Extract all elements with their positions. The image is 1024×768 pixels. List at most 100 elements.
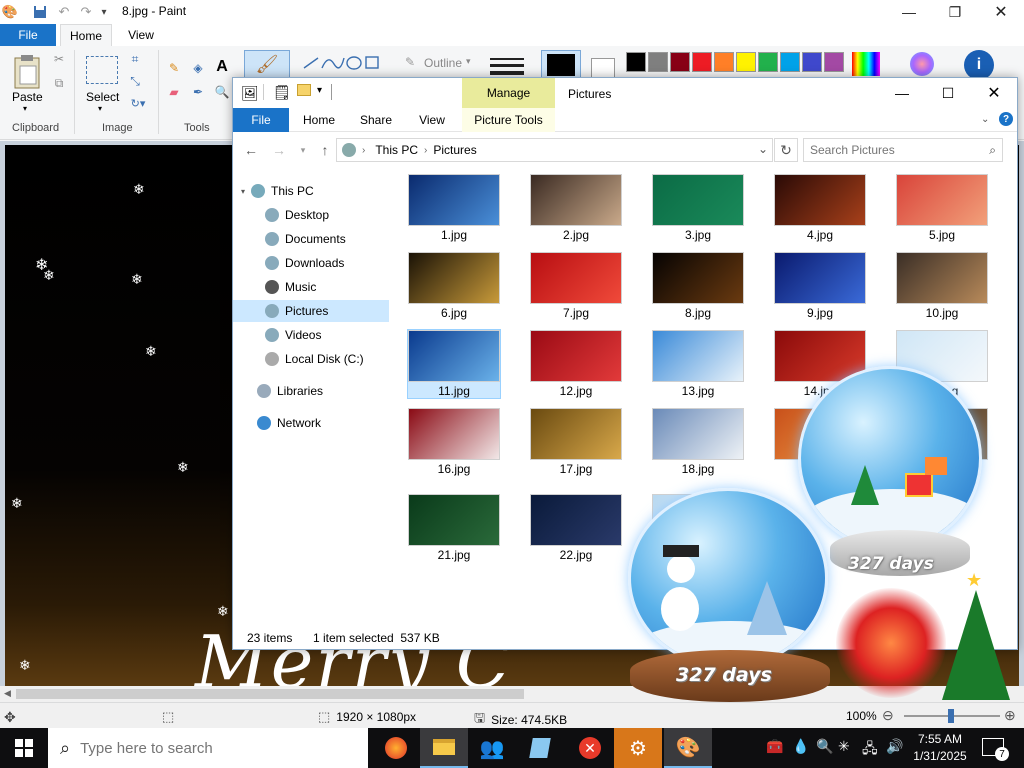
zoom-slider[interactable] — [904, 709, 1000, 723]
customize-quick-access-icon[interactable]: ▾ — [96, 4, 112, 20]
file-thumbnail[interactable]: 2.jpg — [530, 174, 622, 242]
cut-icon[interactable]: ✂ — [52, 52, 66, 66]
manage-contextual-tab[interactable]: Manage — [462, 78, 555, 108]
text-icon[interactable]: A — [214, 58, 230, 76]
color1-button[interactable] — [541, 50, 581, 80]
file-thumbnail[interactable]: 10.jpg — [896, 252, 988, 320]
file-thumbnail[interactable]: 22.jpg — [530, 494, 622, 562]
tray-app-icon[interactable]: 🧰 — [766, 738, 783, 755]
file-thumbnail[interactable]: 13.jpg — [652, 330, 744, 398]
color-picker-icon[interactable]: ✒ — [190, 84, 206, 100]
eraser-icon[interactable]: ▰ — [166, 84, 182, 100]
palette-color-swatch[interactable] — [758, 52, 778, 72]
breadcrumb-pictures[interactable]: Pictures — [433, 143, 476, 157]
crop-icon[interactable]: ⌗ — [128, 52, 142, 66]
select-icon[interactable] — [86, 56, 118, 84]
nav-item-desktop[interactable]: Desktop — [265, 204, 391, 226]
copy-icon[interactable]: ⧉ — [52, 76, 66, 90]
address-dropdown-icon[interactable]: ⌄ — [758, 142, 768, 156]
brushes-button[interactable]: 🖌 — [244, 50, 290, 78]
rotate-icon[interactable]: ↻▾ — [128, 96, 148, 110]
magnifier-icon[interactable]: 🔍 — [214, 84, 230, 100]
explorer-close-button[interactable]: ✕ — [971, 78, 1017, 108]
nav-item-libraries[interactable]: Libraries — [257, 380, 391, 402]
explorer-minimize-button[interactable]: — — [879, 78, 925, 108]
explorer-tab-view[interactable]: View — [409, 108, 455, 132]
file-thumbnail[interactable]: 4.jpg — [774, 174, 866, 242]
palette-color-swatch[interactable] — [714, 52, 734, 72]
search-box[interactable]: ⌕ — [803, 138, 1003, 162]
address-bar[interactable]: › This PC › Pictures ⌄ — [336, 138, 773, 162]
explorer-tab-file[interactable]: File — [233, 108, 289, 132]
file-thumbnail[interactable]: 18.jpg — [652, 408, 744, 476]
start-button[interactable] — [0, 728, 48, 768]
explorer-tab-share[interactable]: Share — [353, 108, 399, 132]
expand-ribbon-icon[interactable]: ⌄ — [981, 114, 989, 125]
product-alert-icon[interactable]: i — [964, 50, 994, 80]
up-icon[interactable]: ↑ — [315, 140, 335, 160]
edit-colors-button[interactable] — [852, 52, 880, 76]
select-dropdown-icon[interactable]: ▾ — [98, 104, 102, 113]
outline-dropdown-icon[interactable]: ▾ — [466, 56, 471, 67]
paint3d-icon[interactable] — [910, 52, 934, 76]
file-thumbnail[interactable]: 12.jpg — [530, 330, 622, 398]
notepad-app[interactable] — [516, 728, 564, 768]
explorer-tab-picture-tools[interactable]: Picture Tools — [462, 108, 555, 132]
nav-item-documents[interactable]: Documents — [265, 228, 391, 250]
scroll-left-icon[interactable]: ◀ — [4, 688, 11, 699]
palette-color-swatch[interactable] — [648, 52, 668, 72]
palette-color-swatch[interactable] — [824, 52, 844, 72]
palette-color-swatch[interactable] — [780, 52, 800, 72]
tray-search-icon[interactable]: 🔍 — [816, 738, 833, 755]
back-icon[interactable]: ← — [241, 140, 261, 160]
nav-item-pictures[interactable]: Pictures — [233, 300, 389, 322]
people-app[interactable]: 👥 — [468, 728, 516, 768]
file-thumbnail[interactable]: 6.jpg — [408, 252, 500, 320]
shapes-gallery[interactable] — [300, 54, 386, 72]
nav-item-local-disk[interactable]: Local Disk (C:) — [265, 348, 391, 370]
zoom-out-icon[interactable]: ⊖ — [882, 707, 894, 724]
file-thumbnail[interactable]: 11.jpg — [407, 329, 501, 399]
redo-icon[interactable]: ↷ — [78, 4, 94, 20]
outline-button[interactable]: Outline — [424, 56, 462, 70]
palette-color-swatch[interactable] — [802, 52, 822, 72]
forward-icon[interactable]: → — [269, 140, 289, 160]
select-button[interactable]: Select — [86, 90, 119, 104]
file-thumbnail[interactable]: 17.jpg — [530, 408, 622, 476]
recent-locations-icon[interactable]: ▾ — [293, 140, 313, 160]
nav-item-downloads[interactable]: Downloads — [265, 252, 391, 274]
nav-item-this-pc[interactable]: ▾ This PC — [241, 180, 391, 202]
breadcrumb-this-pc[interactable]: This PC — [375, 143, 418, 157]
paint-app[interactable]: 🎨 — [664, 728, 712, 768]
new-folder-icon[interactable] — [297, 84, 311, 96]
nav-item-videos[interactable]: Videos — [265, 324, 391, 346]
notifications-button[interactable]: 7 — [982, 738, 1009, 761]
taskbar-clock[interactable]: 7:55 AM 1/31/2025 — [910, 731, 970, 765]
file-thumbnail[interactable]: 8.jpg — [652, 252, 744, 320]
paint-close-button[interactable]: ✕ — [978, 0, 1024, 24]
file-thumbnail[interactable]: 16.jpg — [408, 408, 500, 476]
palette-color-swatch[interactable] — [626, 52, 646, 72]
paint-scroll-thumb[interactable] — [16, 689, 524, 699]
volume-icon[interactable]: 🔊 — [886, 738, 903, 755]
network-tray-icon[interactable]: 🖧 — [862, 738, 878, 762]
paste-dropdown-icon[interactable]: ▾ — [23, 104, 27, 113]
explorer-tab-home[interactable]: Home — [295, 108, 343, 132]
nav-item-network[interactable]: Network — [257, 412, 391, 434]
palette-color-swatch[interactable] — [692, 52, 712, 72]
block-app[interactable]: ✕ — [566, 728, 614, 768]
paste-button[interactable]: Paste — [12, 90, 43, 104]
paste-icon[interactable] — [10, 52, 44, 92]
pencil-icon[interactable]: ✎ — [166, 60, 182, 76]
taskbar-search-input[interactable] — [80, 739, 341, 757]
size-button[interactable] — [490, 54, 524, 76]
taskbar-search-box[interactable]: ⌕ — [48, 728, 368, 768]
zoom-slider-thumb[interactable] — [948, 709, 954, 723]
paint-tab-file[interactable]: File — [0, 24, 56, 46]
brightness-icon[interactable]: ✳ — [838, 738, 850, 755]
file-explorer-app[interactable] — [420, 728, 468, 768]
water-drop-icon[interactable]: 💧 — [792, 738, 809, 755]
search-input[interactable] — [810, 142, 980, 158]
file-thumbnail[interactable]: 3.jpg — [652, 174, 744, 242]
refresh-icon[interactable]: ↻ — [774, 138, 798, 162]
